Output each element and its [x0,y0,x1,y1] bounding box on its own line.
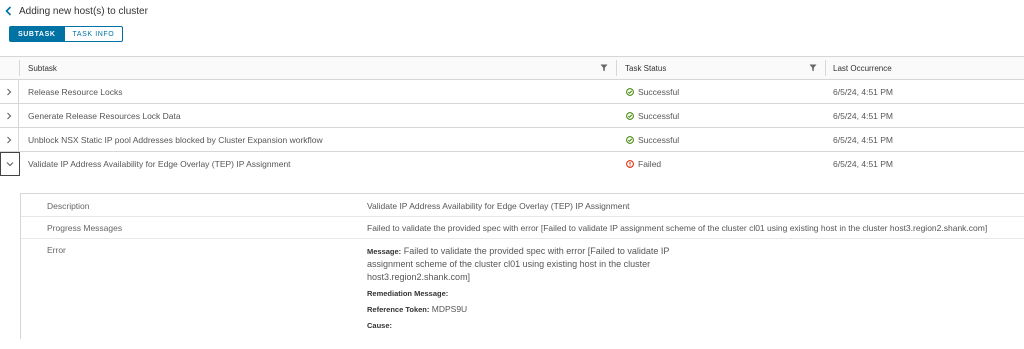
expand-row-button[interactable] [0,104,19,127]
error-message-text: Failed to validate the provided spec wit… [403,246,670,256]
chevron-down-icon [6,162,14,167]
message-key: Message: [367,247,402,256]
filter-icon[interactable] [600,64,608,72]
subtask-name: Validate IP Address Availability for Edg… [28,158,291,169]
row-detail-panel: Description Validate IP Address Availabi… [20,193,1024,339]
column-header-last-occurrence[interactable]: Last Occurrence [833,57,892,79]
task-status: Successful [626,104,679,127]
remediation-key: Remediation Message: [367,289,449,298]
remediation-line: Remediation Message: [367,287,727,300]
tab-group: SUBTASK TASK INFO [9,26,124,42]
status-text: Successful [638,86,680,97]
error-message-line: Message: Failed to validate the provided… [367,245,727,258]
grid-header: Subtask Task Status Last Occurrence [0,57,1024,80]
page-title: Adding new host(s) to cluster [19,5,148,17]
reference-token-key: Reference Token: [367,305,430,314]
detail-row-error: Error Message: Failed to validate the pr… [21,239,1024,349]
subtask-name: Generate Release Resources Lock Data [28,110,181,121]
error-message-line: assignment scheme of the cluster cl01 us… [367,259,651,269]
check-circle-icon [626,87,634,96]
task-status: Successful [626,128,679,151]
error-label: Error [47,245,66,255]
chevron-right-icon [7,88,12,95]
subtask-name: Release Resource Locks [28,86,123,97]
tab-subtask[interactable]: SUBTASK [9,26,65,42]
column-separator [19,60,20,76]
task-status: Successful [626,80,679,103]
expand-row-button[interactable] [0,128,19,151]
filter-icon[interactable] [809,64,817,72]
cause-line: Cause: [367,319,727,332]
detail-row-description: Description Validate IP Address Availabi… [21,194,1024,217]
cause-key: Cause: [367,321,393,330]
back-link[interactable]: Adding new host(s) to cluster [5,4,148,18]
subtask-name: Unblock NSX Static IP pool Addresses blo… [28,134,323,145]
progress-value: Failed to validate the provided spec wit… [367,223,988,233]
progress-label: Progress Messages [47,223,123,233]
description-label: Description [47,201,90,211]
status-text: Failed [638,158,662,169]
chevron-right-icon [7,112,12,119]
chevron-left-icon [5,5,14,17]
check-circle-icon [626,135,634,144]
status-text: Successful [638,110,680,121]
error-message-line: host3.region2.shank.com] [367,272,471,282]
check-circle-icon [626,111,634,120]
tab-task-info[interactable]: TASK INFO [64,26,124,42]
column-header-status[interactable]: Task Status [625,57,666,79]
table-row[interactable]: Generate Release Resources Lock Data Suc… [0,104,1024,128]
chevron-right-icon [7,136,12,143]
collapse-row-button[interactable] [0,152,20,176]
description-value: Validate IP Address Availability for Edg… [367,201,630,211]
column-header-subtask[interactable]: Subtask [28,57,57,79]
last-occurrence: 6/5/24, 4:51 PM [833,134,894,145]
last-occurrence: 6/5/24, 4:51 PM [833,158,894,169]
reference-token-value: MDPS9U [431,304,468,314]
last-occurrence: 6/5/24, 4:51 PM [833,110,894,121]
table-row[interactable]: Release Resource Locks Successful 6/5/24… [0,80,1024,104]
table-row[interactable]: Validate IP Address Availability for Edg… [0,152,1024,176]
status-text: Successful [638,134,680,145]
last-occurrence: 6/5/24, 4:51 PM [833,86,894,97]
column-separator [825,60,826,76]
error-circle-icon [626,159,634,168]
task-status: Failed [626,152,661,175]
table-row[interactable]: Unblock NSX Static IP pool Addresses blo… [0,128,1024,152]
error-details: Message: Failed to validate the provided… [367,245,727,332]
detail-row-progress: Progress Messages Failed to validate the… [21,217,1024,239]
reference-token-line: Reference Token: MDPS9U [367,303,727,316]
expand-row-button[interactable] [0,80,19,103]
column-separator [616,60,617,76]
